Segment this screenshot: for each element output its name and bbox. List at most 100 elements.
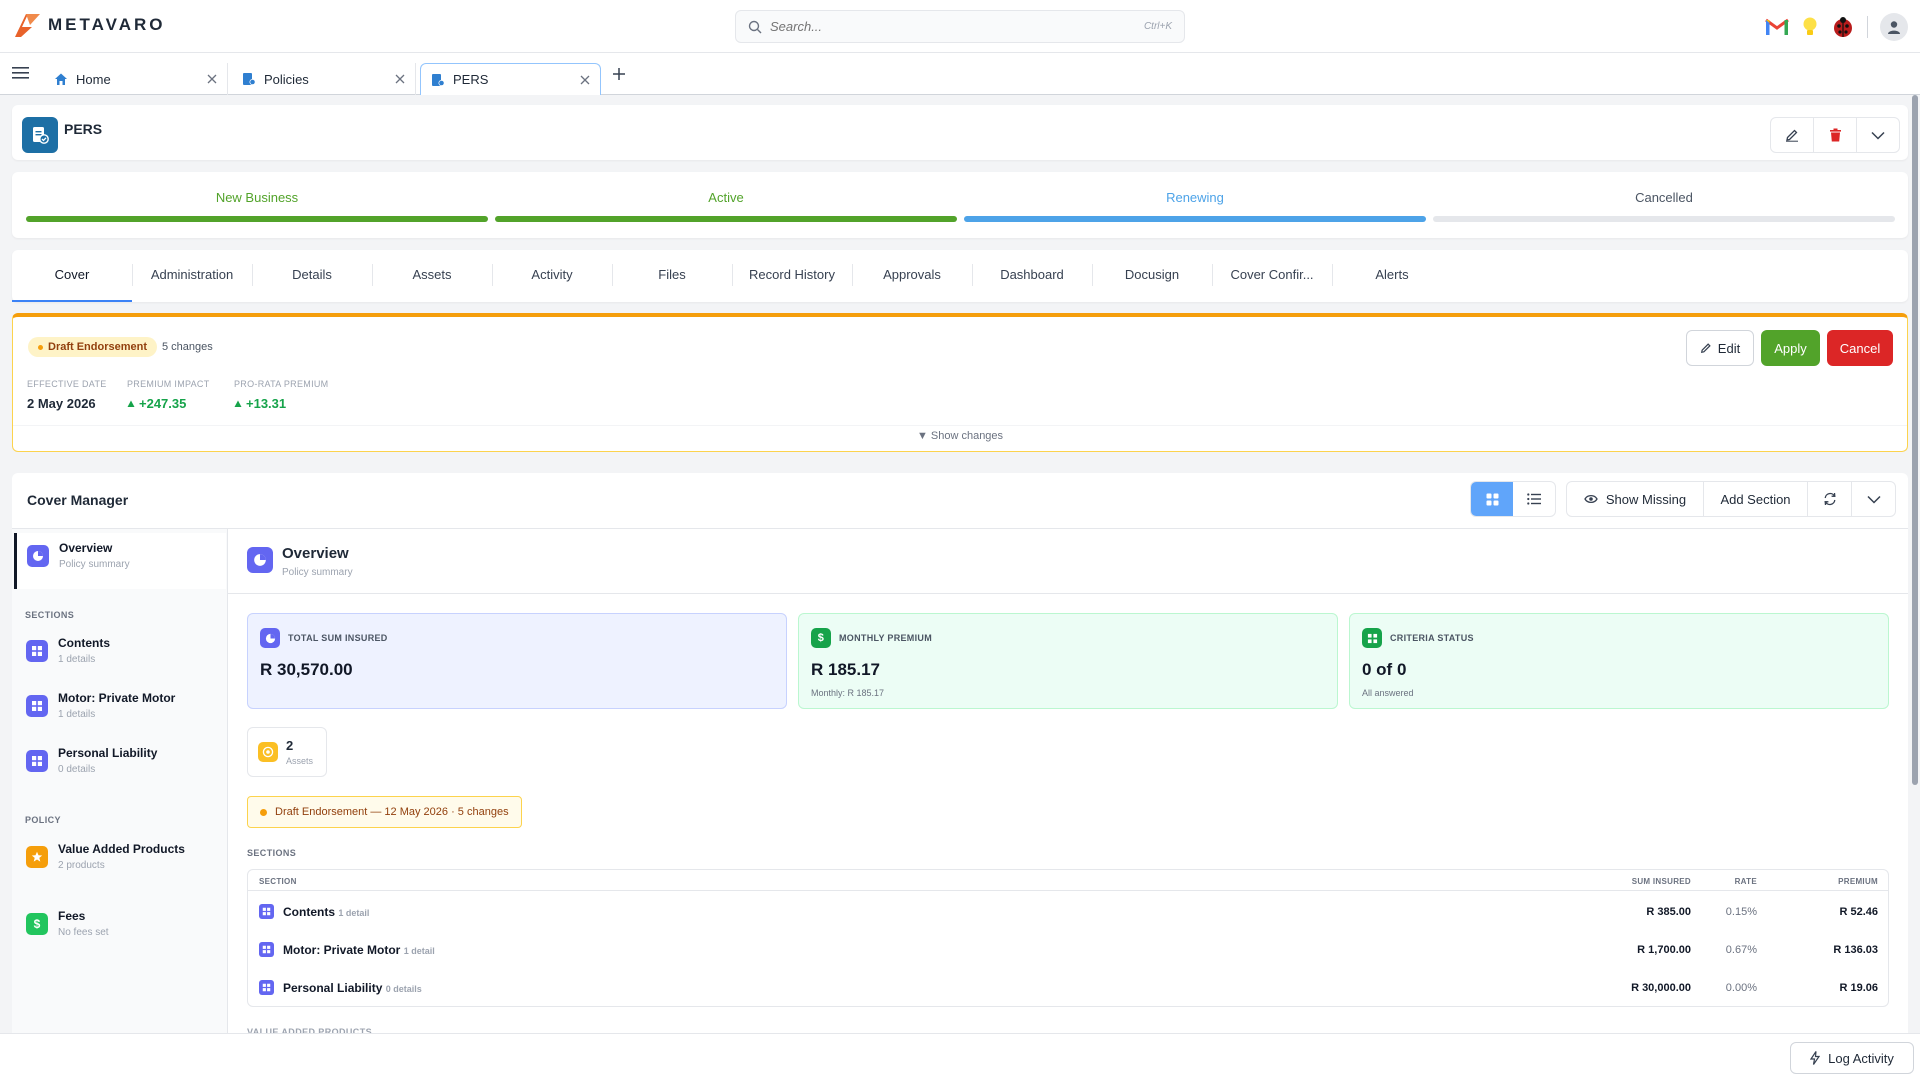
nav-title: Personal Liability <box>58 746 158 760</box>
divider <box>13 425 1907 426</box>
nav-section-liability[interactable]: Personal Liability 0 details <box>14 738 226 790</box>
table-row[interactable]: Contents 1 detail <box>283 905 369 919</box>
show-missing-label: Show Missing <box>1605 491 1687 507</box>
table-header-sum-insured: SUM INSURED <box>1631 877 1691 886</box>
section-grid-icon <box>26 640 48 662</box>
table-row[interactable]: Personal Liability 0 details <box>283 981 422 995</box>
close-icon[interactable] <box>580 75 590 85</box>
stage-new-business[interactable]: New Business <box>26 190 488 205</box>
nav-value-added-products[interactable]: Value Added Products 2 products <box>14 834 226 886</box>
nav-sections-heading: SECTIONS <box>25 610 75 620</box>
tab-policies[interactable]: Policies <box>232 63 416 95</box>
stage-cancelled[interactable]: Cancelled <box>1433 190 1895 205</box>
page-title: PERS <box>64 121 103 137</box>
stat-criteria-status: CRITERIA STATUS 0 of 0 All answered <box>1349 613 1889 709</box>
status-dot-icon <box>260 808 267 816</box>
nav-title: Fees <box>58 909 86 923</box>
tab-pers[interactable]: PERS <box>420 63 601 95</box>
view-mode-toggle <box>1470 481 1556 517</box>
menu-icon[interactable] <box>12 66 30 80</box>
close-icon[interactable] <box>207 74 217 84</box>
divider <box>12 528 1908 529</box>
section-name: Contents <box>283 905 335 919</box>
stat-label: MONTHLY PREMIUM <box>839 633 933 643</box>
gmail-icon[interactable] <box>1765 18 1789 36</box>
subtab-activity[interactable]: Activity <box>492 250 612 302</box>
cover-actions: Show Missing Add Section <box>1566 481 1896 517</box>
subtab-approvals[interactable]: Approvals <box>852 250 972 302</box>
record-subtabs: Cover Administration Details Assets Acti… <box>12 250 1908 302</box>
draft-status-badge: Draft Endorsement <box>28 337 158 357</box>
subtab-cover[interactable]: Cover <box>12 250 132 302</box>
table-header-rate: RATE <box>1734 877 1757 886</box>
cancel-endorsement-button[interactable]: Cancel <box>1827 330 1893 366</box>
show-missing-button[interactable]: Show Missing <box>1567 482 1703 516</box>
section-grid-icon <box>259 904 274 919</box>
grid-view-button[interactable] <box>1471 482 1513 516</box>
row-premium: R 136.03 <box>1833 944 1878 956</box>
effective-date-label: EFFECTIVE DATE <box>27 379 107 389</box>
subtab-files[interactable]: Files <box>612 250 732 302</box>
assets-count-card[interactable]: 2 Assets <box>247 727 327 777</box>
cover-more-button[interactable] <box>1851 482 1895 516</box>
edit-record-button[interactable] <box>1771 118 1813 152</box>
chevron-down-icon <box>1871 131 1885 140</box>
table-header-premium: PREMIUM <box>1838 877 1878 886</box>
stat-subtext: Monthly: R 185.17 <box>811 688 885 698</box>
table-row[interactable]: Motor: Private Motor 1 detail <box>283 943 435 957</box>
subtab-record-history[interactable]: Record History <box>732 250 852 302</box>
nav-policy-heading: POLICY <box>25 815 61 825</box>
global-search[interactable]: Ctrl+K <box>735 10 1185 43</box>
delete-record-button[interactable] <box>1813 118 1856 152</box>
subtab-administration[interactable]: Administration <box>132 250 252 302</box>
search-input[interactable] <box>770 19 1136 34</box>
add-section-button[interactable]: Add Section <box>1703 482 1807 516</box>
refresh-button[interactable] <box>1807 482 1851 516</box>
close-icon[interactable] <box>395 74 405 84</box>
log-activity-button[interactable]: Log Activity <box>1790 1042 1914 1074</box>
nav-section-motor[interactable]: Motor: Private Motor 1 details <box>14 683 226 735</box>
premium-impact: +247.35 <box>127 396 186 411</box>
stage-active[interactable]: Active <box>495 190 957 205</box>
user-avatar[interactable] <box>1880 13 1908 41</box>
row-sum-insured: R 1,700.00 <box>1637 944 1691 956</box>
subtab-cover-confirmation[interactable]: Cover Confir... <box>1212 250 1332 302</box>
divider <box>228 593 1908 594</box>
apply-endorsement-button[interactable]: Apply <box>1761 330 1820 366</box>
app-logo[interactable]: METAVARO <box>12 11 166 39</box>
assets-count: 2 <box>286 738 294 753</box>
edit-endorsement-button[interactable]: Edit <box>1686 330 1754 366</box>
subtab-docusign[interactable]: Docusign <box>1092 250 1212 302</box>
nav-overview[interactable]: Overview Policy summary <box>14 533 226 589</box>
section-name: Personal Liability <box>283 981 383 995</box>
chevron-down-icon <box>1866 495 1881 504</box>
stat-label: TOTAL SUM INSURED <box>288 633 388 643</box>
nav-section-contents[interactable]: Contents 1 details <box>14 628 226 680</box>
sections-heading: SECTIONS <box>247 848 297 858</box>
effective-date-value: 2 May 2026 <box>27 396 96 411</box>
more-actions-button[interactable] <box>1856 118 1899 152</box>
row-rate: 0.67% <box>1725 944 1757 956</box>
subtab-alerts[interactable]: Alerts <box>1332 250 1452 302</box>
ladybug-icon[interactable] <box>1831 15 1855 39</box>
subtab-dashboard[interactable]: Dashboard <box>972 250 1092 302</box>
draft-endorsement-notice: Draft Endorsement — 12 May 2026 · 5 chan… <box>247 796 522 828</box>
prorata-premium: +13.31 <box>234 396 286 411</box>
show-changes-toggle[interactable]: ▼ Show changes <box>0 430 1920 442</box>
subtab-details[interactable]: Details <box>252 250 372 302</box>
app-brand: METAVARO <box>48 15 166 34</box>
list-view-button[interactable] <box>1513 482 1555 516</box>
tab-label: Policies <box>264 71 309 87</box>
subtab-assets[interactable]: Assets <box>372 250 492 302</box>
nav-fees[interactable]: $ Fees No fees set <box>14 901 226 953</box>
pencil-icon <box>1700 343 1711 354</box>
add-tab-button[interactable] <box>612 67 626 81</box>
tab-label: PERS <box>453 72 489 87</box>
lightbulb-icon[interactable] <box>1801 16 1819 38</box>
stat-value: R 30,570.00 <box>260 660 353 679</box>
stage-renewing[interactable]: Renewing <box>964 190 1426 205</box>
tab-home[interactable]: Home <box>44 63 228 95</box>
stat-subtext: All answered <box>1362 688 1414 698</box>
draft-badge-label: Draft Endorsement <box>48 341 148 353</box>
page-scrollbar[interactable] <box>1912 95 1918 785</box>
